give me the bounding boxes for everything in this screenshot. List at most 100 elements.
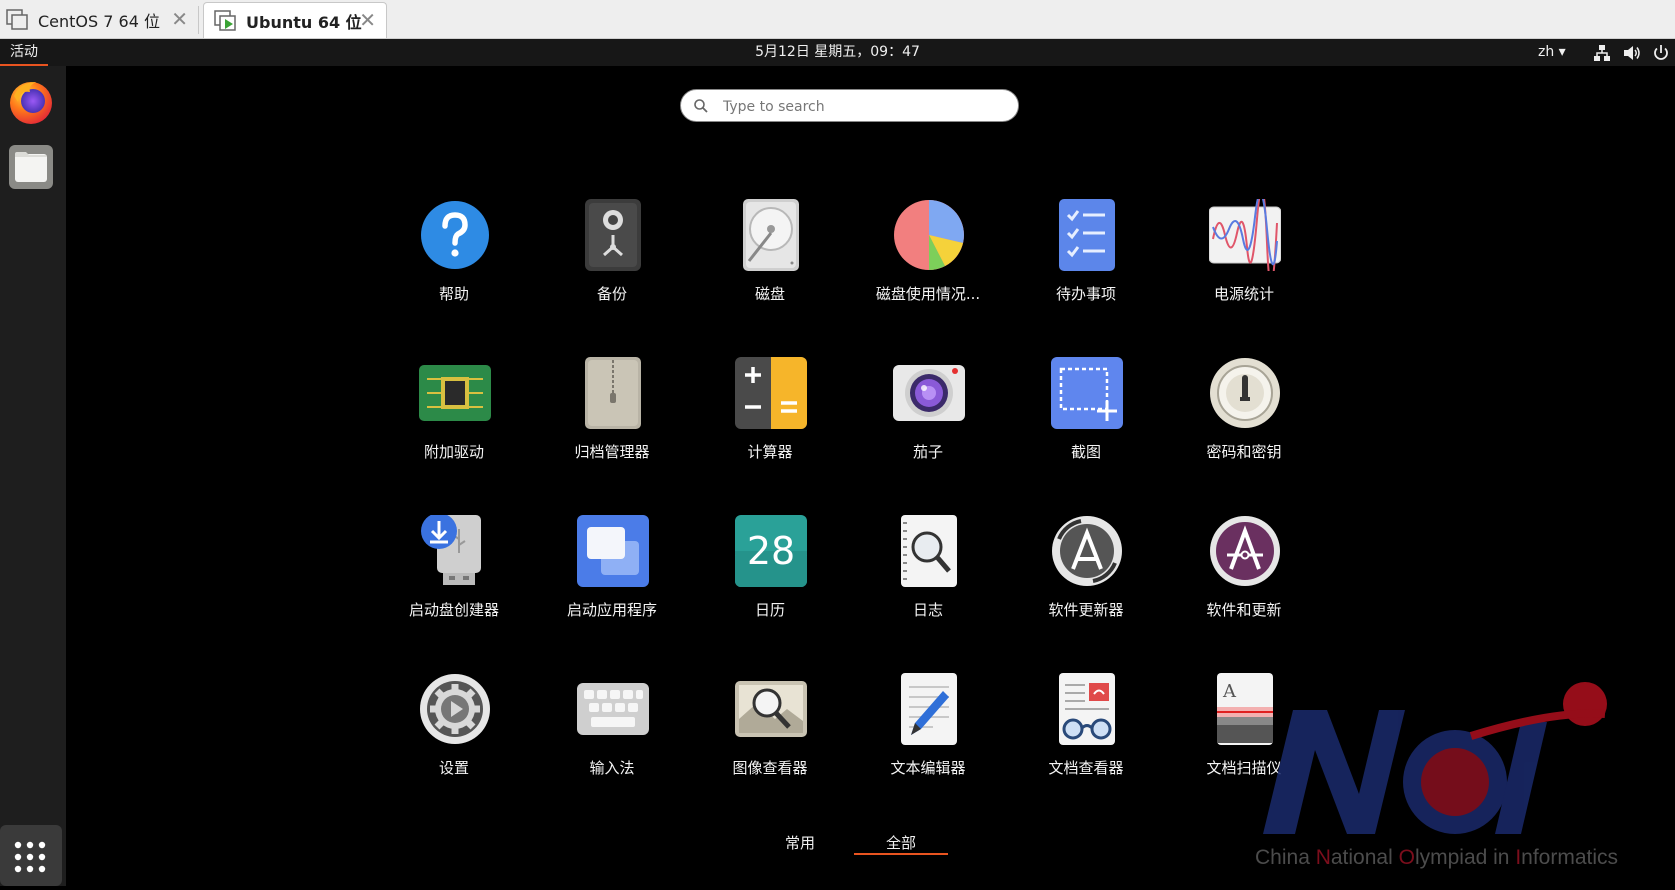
dock-item-files[interactable]	[6, 142, 56, 192]
app-software-updates[interactable]: 软件和更新	[1174, 515, 1314, 645]
app-passwords-keys[interactable]: 密码和密钥	[1174, 357, 1314, 487]
app-additional-drivers[interactable]: 附加驱动	[384, 357, 524, 487]
app-label: 启动盘创建器	[408, 601, 499, 619]
power-statistics-icon	[1209, 199, 1281, 271]
show-apps-button[interactable]	[0, 825, 62, 886]
app-cheese[interactable]: 茄子	[858, 357, 998, 487]
app-label: 磁盘	[754, 285, 785, 303]
settings-icon	[420, 674, 490, 744]
app-calculator[interactable]: 计算器	[700, 357, 840, 487]
noi-watermark: China National Olympiad in Informatics	[1255, 682, 1618, 869]
vm-tab-label: CentOS 7 64 位	[38, 12, 160, 31]
app-settings[interactable]: 设置	[384, 673, 524, 803]
app-power-statistics[interactable]: 电源统计	[1174, 199, 1314, 329]
app-disks[interactable]: 磁盘	[700, 199, 840, 329]
text-editor-icon	[901, 673, 957, 745]
app-startup-disk-creator[interactable]: 启动盘创建器	[384, 515, 524, 645]
category-active-indicator	[854, 853, 948, 855]
image-viewer-icon	[735, 681, 807, 737]
app-label: 文本编辑器	[890, 759, 966, 777]
app-label: 计算器	[747, 443, 793, 461]
activities-button[interactable]: 活动	[0, 39, 48, 66]
app-label: 磁盘使用情况...	[875, 285, 981, 303]
app-logs[interactable]: 日志	[858, 515, 998, 645]
firefox-icon	[10, 82, 52, 124]
app-label: 启动应用程序	[566, 601, 657, 619]
app-label: 茄子	[912, 443, 943, 461]
vm-running-icon	[214, 9, 238, 32]
app-label: 截图	[1070, 443, 1101, 461]
dock-item-firefox[interactable]	[6, 76, 56, 126]
app-calendar[interactable]: 28 日历	[700, 515, 840, 645]
close-icon[interactable]: ✕	[171, 9, 188, 29]
app-label: 日历	[754, 601, 785, 619]
clock-label[interactable]: 5月12日 星期五，09：47	[755, 44, 920, 60]
logs-icon	[901, 515, 957, 587]
app-label: 文档查看器	[1048, 759, 1124, 777]
app-software-updater[interactable]: 软件更新器	[1016, 515, 1156, 645]
app-input-method[interactable]: 输入法	[542, 673, 682, 803]
search-icon	[694, 99, 708, 113]
app-startup-applications[interactable]: 启动应用程序	[542, 515, 682, 645]
app-label: 待办事项	[1055, 285, 1116, 303]
app-label: 密码和密钥	[1206, 443, 1282, 461]
app-label: 图像查看器	[732, 759, 808, 777]
help-icon	[421, 201, 489, 269]
input-method-icon	[577, 683, 649, 735]
app-archive-manager[interactable]: 归档管理器	[542, 357, 682, 487]
software-updates-icon	[1210, 516, 1280, 586]
backup-icon	[585, 199, 641, 271]
app-image-viewer[interactable]: 图像查看器	[700, 673, 840, 803]
top-bar: 活动 5月12日 星期五，09：47 zh ▾	[0, 39, 1675, 66]
vm-tab-ubuntu[interactable]: Ubuntu 64 位 ✕	[203, 2, 387, 38]
search-box[interactable]	[680, 89, 1019, 122]
todo-icon	[1059, 199, 1115, 271]
startup-disk-creator-icon	[421, 515, 481, 585]
svg-text:A: A	[1222, 681, 1237, 702]
vm-tab-bar: CentOS 7 64 位 ✕ Ubuntu 64 位 ✕	[0, 0, 1675, 39]
app-help[interactable]: 帮助	[384, 199, 524, 329]
noi-caption: China National Olympiad in Informatics	[1255, 846, 1618, 869]
software-updater-icon	[1052, 516, 1122, 586]
app-label: 帮助	[438, 285, 469, 303]
category-all[interactable]: 全部	[881, 832, 921, 853]
archive-manager-icon	[585, 357, 641, 429]
passwords-keys-icon	[1210, 358, 1280, 428]
app-document-viewer[interactable]: 文档查看器	[1016, 673, 1156, 803]
app-disk-usage[interactable]: 磁盘使用情况...	[858, 199, 998, 329]
close-icon[interactable]: ✕	[359, 10, 376, 30]
app-label: 软件和更新	[1206, 601, 1282, 619]
calendar-day: 28	[747, 529, 795, 573]
app-text-editor[interactable]: 文本编辑器	[858, 673, 998, 803]
app-label: 电源统计	[1213, 285, 1274, 303]
app-label: 软件更新器	[1048, 601, 1124, 619]
startup-applications-icon	[577, 515, 649, 587]
calculator-icon	[735, 357, 807, 429]
app-label: 归档管理器	[574, 443, 650, 461]
cheese-icon	[893, 365, 965, 421]
activities-label: 活动	[10, 44, 38, 60]
volume-icon[interactable]	[1623, 44, 1641, 62]
language-selector[interactable]: zh ▾	[1538, 39, 1566, 66]
clock: 5月12日 星期五，09：47	[0, 39, 1675, 66]
files-icon	[9, 145, 53, 189]
app-label: 设置	[438, 759, 469, 777]
app-backup[interactable]: 备份	[542, 199, 682, 329]
screenshot-icon	[1051, 357, 1123, 429]
app-todo[interactable]: 待办事项	[1016, 199, 1156, 329]
app-label: 附加驱动	[423, 443, 484, 461]
disks-icon	[743, 199, 799, 271]
document-viewer-icon	[1059, 673, 1115, 745]
vm-tab-centos[interactable]: CentOS 7 64 位 ✕	[0, 2, 198, 38]
network-icon[interactable]	[1593, 44, 1611, 62]
category-frequent[interactable]: 常用	[780, 832, 820, 853]
additional-drivers-icon	[419, 365, 491, 421]
show-apps-icon	[14, 841, 46, 873]
search-input[interactable]	[721, 95, 1005, 119]
power-icon[interactable]	[1652, 44, 1670, 62]
app-label: 日志	[912, 601, 943, 619]
app-label: 备份	[596, 285, 627, 303]
app-screenshot[interactable]: 截图	[1016, 357, 1156, 487]
app-label: 输入法	[589, 759, 635, 777]
dock	[0, 66, 66, 886]
